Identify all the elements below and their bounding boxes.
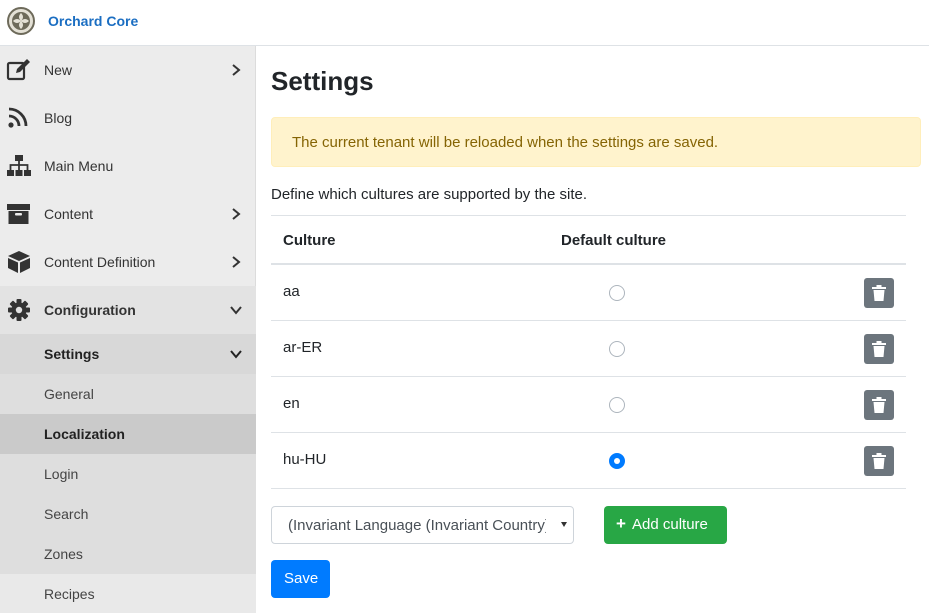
sidebar-subitem-label: Recipes [44,586,95,602]
new-edit-icon [6,59,30,81]
table-row: en [271,377,906,433]
sidebar-subitem-label: Login [44,466,79,482]
save-button[interactable]: Save [271,560,330,598]
chevron-right-icon [232,256,241,268]
sidebar-item-label: New [44,62,73,78]
trash-icon [872,285,886,301]
trash-icon [872,341,886,357]
save-label: Save [284,570,319,587]
add-culture-button[interactable]: + Add culture [604,506,727,544]
add-culture-label: Add culture [632,516,708,533]
sidebar-item-label: Content [44,206,94,222]
sidebar-item-content[interactable]: Content [0,190,256,238]
app-title[interactable]: Orchard Core [48,13,138,29]
sidebar-item-configuration[interactable]: Configuration [0,286,256,334]
table-header: Culture Default culture [271,215,906,265]
chevron-right-icon [232,208,241,220]
sidebar-item-blog[interactable]: Blog [0,94,256,142]
sidebar-item-label: Configuration [44,302,136,318]
delete-culture-button[interactable] [864,334,894,364]
chevron-right-icon [232,64,241,76]
plus-icon: + [616,514,626,533]
culture-select-value: (Invariant Language (Invariant Country)) [288,517,546,534]
sidebar-subitem-label: Localization [44,426,125,442]
column-header-default-culture: Default culture [561,232,667,249]
alert-text: The current tenant will be reloaded when… [292,134,719,151]
table-row: ar-ER [271,321,906,377]
sitemap-icon [7,155,31,176]
culture-cell: aa [283,283,300,300]
delete-culture-button[interactable] [864,278,894,308]
culture-cell: hu-HU [283,451,327,468]
sidebar-subitem-label: Search [44,506,89,522]
sidebar-item-content-definition[interactable]: Content Definition [0,238,256,286]
sidebar-subitem-settings[interactable]: Settings [0,334,256,374]
default-culture-radio[interactable] [609,397,625,413]
sidebar: New Blog Main Menu Content Content Defin… [0,46,256,613]
trash-icon [872,453,886,469]
sidebar-item-new[interactable]: New [0,46,256,94]
sidebar-subitem-recipes[interactable]: Recipes [0,574,256,613]
sidebar-subitem-label: Zones [44,546,83,562]
sidebar-subitem-localization[interactable]: Localization [0,414,256,454]
sidebar-item-label: Content Definition [44,254,156,270]
sidebar-subitem-label: Settings [44,346,100,362]
default-culture-radio[interactable] [609,285,625,301]
sidebar-subitem-label: General [44,386,94,402]
sidebar-item-label: Blog [44,110,73,126]
rss-icon [8,107,28,128]
default-culture-radio[interactable] [609,341,625,357]
delete-culture-button[interactable] [864,446,894,476]
chevron-down-icon [230,350,242,359]
column-header-culture: Culture [283,232,336,249]
orchard-logo-icon[interactable] [7,7,35,35]
cube-icon [8,251,30,273]
culture-select[interactable]: (Invariant Language (Invariant Country)) [271,506,574,544]
archive-icon [7,204,30,224]
culture-cell: en [283,395,300,412]
table-row: aa [271,265,906,321]
sidebar-subitem-search[interactable]: Search [0,494,256,534]
table-row: hu-HU [271,433,906,489]
sidebar-subitem-general[interactable]: General [0,374,256,414]
gear-icon [8,299,30,321]
sidebar-item-label: Main Menu [44,158,114,174]
default-culture-radio[interactable] [609,453,625,469]
top-bar: Orchard Core [0,0,929,46]
sidebar-subitem-login[interactable]: Login [0,454,256,494]
culture-cell: ar-ER [283,339,323,356]
sidebar-subitem-zones[interactable]: Zones [0,534,256,574]
chevron-down-icon [230,306,242,315]
caret-down-icon [561,522,567,527]
sidebar-item-main-menu[interactable]: Main Menu [0,142,256,190]
delete-culture-button[interactable] [864,390,894,420]
intro-text: Define which cultures are supported by t… [271,186,588,203]
page-title: Settings [271,66,374,96]
trash-icon [872,397,886,413]
warning-alert: The current tenant will be reloaded when… [271,117,921,167]
